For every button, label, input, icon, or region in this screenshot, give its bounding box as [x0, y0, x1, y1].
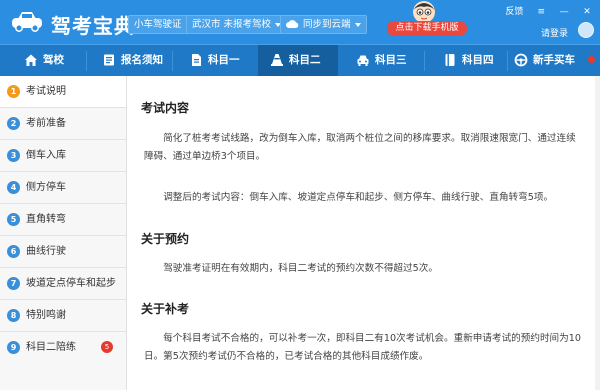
sync-cloud-button[interactable]: 同步到云端 [280, 15, 367, 34]
car-logo-icon [12, 12, 42, 32]
section-paragraph: 驾驶准考证明在有效期内，科目二考试的预约次数不得超过5次。 [163, 263, 438, 274]
nav-label: 科目四 [462, 54, 494, 66]
scrollbar[interactable] [595, 76, 600, 390]
document-icon [192, 54, 201, 66]
nav-item-subject-three[interactable]: 科目三 [356, 45, 407, 76]
nav-item-registration[interactable]: 报名须知 [102, 45, 163, 76]
sidebar: 1 考试说明 2 考前准备 3 倒车入库 4 侧方停车 5 直角转弯 6 曲线行… [0, 76, 127, 390]
window-controls: 反馈 ≡ — ✕ [495, 4, 592, 17]
steering-wheel-icon [514, 53, 528, 67]
count-badge: 5 [101, 341, 113, 353]
sync-label: 同步到云端 [303, 19, 351, 30]
sidebar-item-label: 考试说明 [26, 86, 66, 97]
nav-divider [424, 51, 425, 71]
notification-dot [588, 56, 595, 63]
sidebar-item-curve-driving[interactable]: 6 曲线行驶 [0, 236, 126, 268]
step-number: 6 [7, 245, 20, 258]
nav-item-subject-one[interactable]: 科目一 [189, 45, 240, 76]
step-number: 3 [7, 149, 20, 162]
menu-icon[interactable]: ≡ [536, 7, 546, 17]
close-icon[interactable]: ✕ [582, 7, 592, 17]
book-icon [104, 54, 114, 66]
step-number: 9 [7, 341, 20, 354]
location-dropdown[interactable]: 武汉市 未报考驾校 [186, 15, 288, 34]
chevron-down-icon [354, 22, 361, 27]
traffic-cone-icon [271, 54, 283, 66]
nav-item-subject-four[interactable]: 科目四 [443, 45, 494, 76]
section-paragraph: 每个科目考试不合格的，可以补考一次，即科目二有10次考试机会。重新申请考试的预约… [144, 333, 581, 362]
step-number: 1 [7, 85, 20, 98]
section-paragraph: 简化了桩考考试线路，改为倒车入库，取消两个桩位之间的移库要求。取消限速限宽门、通… [144, 133, 576, 162]
avatar[interactable] [578, 22, 594, 38]
minimize-icon[interactable]: — [559, 7, 569, 17]
app-title: 驾考宝典 [51, 14, 135, 38]
step-number: 8 [7, 309, 20, 322]
sidebar-item-practice-partner[interactable]: 9 科目二陪练 5 [0, 332, 126, 364]
nav-item-subject-two[interactable]: 科目二 [258, 45, 338, 76]
cloud-icon [286, 20, 299, 28]
main-nav: 驾校 报名须知 科目一 科目二 科目三 科目四 新手买车 [0, 44, 600, 76]
nav-item-driving-school[interactable]: 驾校 [24, 45, 64, 76]
nav-label: 报名须知 [121, 54, 163, 66]
sidebar-item-label: 考前准备 [26, 118, 66, 129]
sidebar-item-label: 直角转弯 [26, 214, 66, 225]
step-number: 5 [7, 213, 20, 226]
section-title: 考试内容 [141, 101, 190, 115]
sidebar-item-right-angle-turn[interactable]: 5 直角转弯 [0, 204, 126, 236]
sidebar-item-hill-start[interactable]: 7 坡道定点停车和起步 [0, 268, 126, 300]
nav-label: 驾校 [43, 54, 64, 66]
sidebar-item-parallel-parking[interactable]: 4 侧方停车 [0, 172, 126, 204]
sidebar-item-label: 坡道定点停车和起步 [26, 278, 116, 289]
home-icon [25, 54, 37, 66]
sidebar-item-exam-info[interactable]: 1 考试说明 [0, 76, 126, 108]
sidebar-item-label: 倒车入库 [26, 150, 66, 161]
section-title: 关于补考 [141, 302, 190, 316]
step-number: 7 [7, 277, 20, 290]
nav-label: 科目一 [208, 54, 240, 66]
car-icon [357, 55, 369, 66]
nav-label: 新手买车 [533, 54, 575, 66]
notebook-icon [445, 54, 455, 66]
sidebar-item-label: 曲线行驶 [26, 246, 66, 257]
login-link[interactable]: 请登录 [541, 26, 568, 39]
sidebar-item-label: 侧方停车 [26, 182, 66, 193]
app-header: 驾考宝典 小车驾驶证 武汉市 未报考驾校 同步到云端 点击下载手机版 反馈 ≡ … [0, 0, 600, 44]
nav-label: 科目三 [375, 54, 407, 66]
sidebar-item-reverse-parking[interactable]: 3 倒车入库 [0, 140, 126, 172]
nav-label: 科目二 [289, 54, 321, 66]
sidebar-item-thanks[interactable]: 8 特别鸣谢 [0, 300, 126, 332]
section-paragraph: 调整后的考试内容：倒车入库、坡道定点停车和起步、侧方停车、曲线行驶、直角转弯5项… [163, 192, 554, 203]
nav-divider [507, 51, 508, 71]
step-number: 2 [7, 117, 20, 130]
sidebar-item-label: 特别鸣谢 [26, 310, 66, 321]
feedback-link[interactable]: 反馈 [505, 7, 523, 17]
download-mobile-button[interactable]: 点击下载手机版 [387, 21, 467, 36]
step-number: 4 [7, 181, 20, 194]
nav-divider [86, 51, 87, 71]
license-type-label: 小车驾驶证 [134, 19, 182, 30]
sidebar-item-label: 科目二陪练 [26, 342, 76, 353]
sidebar-item-preparation[interactable]: 2 考前准备 [0, 108, 126, 140]
nav-divider [172, 51, 173, 71]
main-content: 考试内容 简化了桩考考试线路，改为倒车入库，取消两个桩位之间的移库要求。取消限速… [127, 76, 600, 390]
section-title: 关于预约 [141, 232, 190, 246]
location-label: 武汉市 未报考驾校 [192, 19, 272, 30]
nav-item-buy-car[interactable]: 新手买车 [514, 45, 575, 76]
